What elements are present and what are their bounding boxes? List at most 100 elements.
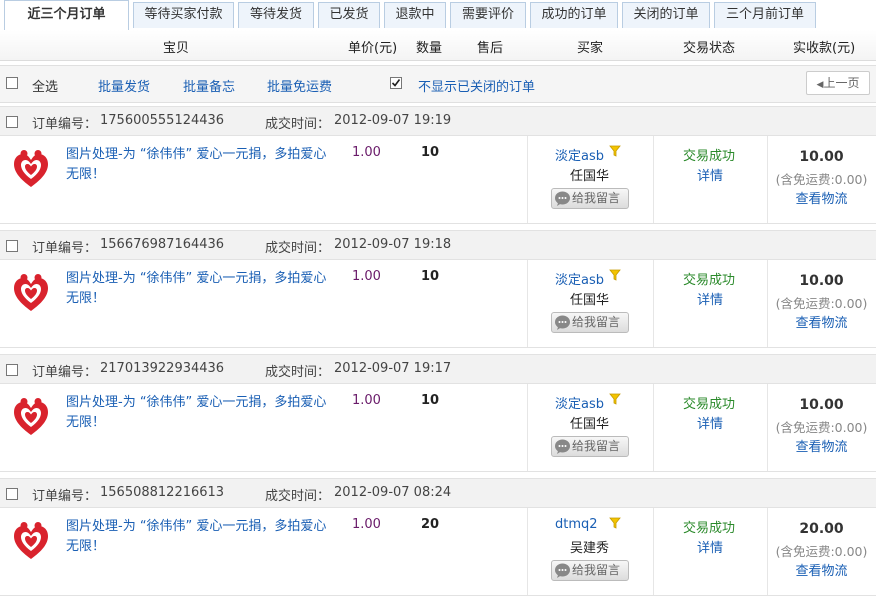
chat-bubble-icon (555, 563, 570, 578)
received-amount: 10.00 (799, 149, 844, 165)
view-logistics-link[interactable]: 查看物流 (767, 560, 876, 579)
received-amount: 10.00 (799, 273, 844, 289)
tab-shipped[interactable]: 已发货 (318, 2, 380, 28)
view-logistics-link[interactable]: 查看物流 (767, 436, 876, 455)
prev-page-button[interactable]: ◀上一页 (806, 71, 870, 95)
view-logistics-link[interactable]: 查看物流 (767, 312, 876, 331)
tab-recent-3-months[interactable]: 近三个月订单 (4, 0, 129, 31)
divider (527, 136, 528, 223)
item-title-link[interactable]: 图片处理-为 “徐伟伟” 爱心一元捐，多拍爱心无限！ (66, 393, 328, 433)
tab-successful-orders[interactable]: 成功的订单 (530, 2, 618, 28)
order-number-label: 订单编号： (32, 489, 98, 504)
quantity: 20 (421, 517, 440, 532)
batch-free-ship-link[interactable]: 批量免运费 (267, 76, 332, 95)
item-title-link[interactable]: 图片处理-为 “徐伟伟” 爱心一元捐，多拍爱心无限！ (66, 269, 328, 309)
unit-price: 1.00 (352, 145, 381, 160)
received-amount: 10.00 (799, 397, 844, 413)
order-number: 156508812216613 (100, 485, 225, 500)
order-row: 图片处理-为 “徐伟伟” 爱心一元捐，多拍爱心无限！ 1.00 20 dtmq2… (0, 508, 876, 596)
select-all-checkbox[interactable] (6, 77, 18, 89)
buyer-nick-link[interactable]: dtmq2 (555, 517, 598, 532)
checkmark-icon (391, 79, 401, 87)
filter-icon[interactable] (609, 145, 621, 157)
unit-price: 1.00 (352, 269, 381, 284)
shipping-fee-note: (含免运费:0.00) (775, 172, 868, 187)
order-checkbox[interactable] (6, 240, 18, 252)
buyer-real-name: 任国华 (570, 293, 610, 308)
col-item: 宝贝 (163, 41, 190, 56)
order-detail-link[interactable]: 详情 (697, 289, 723, 308)
table-header: 宝贝 单价(元) 数量 售后 买家 交易状态 实收款(元) (0, 30, 876, 61)
item-title-link[interactable]: 图片处理-为 “徐伟伟” 爱心一元捐，多拍爱心无限！ (66, 517, 328, 557)
deal-time-label: 成交时间： (265, 117, 331, 132)
batch-ship-link[interactable]: 批量发货 (98, 76, 150, 95)
order-number: 175600555124436 (100, 113, 225, 128)
buyer-real-name: 任国华 (570, 417, 610, 432)
charity-heart-logo-icon (14, 522, 48, 559)
order-header: 订单编号： 156508812216613 成交时间： 2012-09-07 0… (0, 478, 876, 508)
divider (527, 384, 528, 471)
order-number-label: 订单编号： (32, 241, 98, 256)
col-price: 单价(元) (348, 41, 398, 56)
tab-closed-orders[interactable]: 关闭的订单 (622, 2, 710, 28)
filter-icon[interactable] (609, 269, 621, 281)
shipping-fee-note: (含免运费:0.00) (775, 296, 868, 311)
filter-icon[interactable] (609, 517, 621, 529)
deal-time-label: 成交时间： (265, 365, 331, 380)
unit-price: 1.00 (352, 393, 381, 408)
leave-message-button[interactable]: 给我留言 (551, 188, 629, 209)
quantity: 10 (421, 145, 440, 160)
buyer-real-name: 任国华 (570, 169, 610, 184)
leave-message-label: 给我留言 (572, 563, 621, 577)
order-detail-link[interactable]: 详情 (697, 165, 723, 184)
order-number: 217013922934436 (100, 361, 225, 376)
order-number-label: 订单编号： (32, 117, 98, 132)
item-title-link[interactable]: 图片处理-为 “徐伟伟” 爱心一元捐，多拍爱心无限！ (66, 145, 328, 185)
order-detail-link[interactable]: 详情 (697, 537, 723, 556)
order-number-label: 订单编号： (32, 365, 98, 380)
leave-message-label: 给我留言 (572, 315, 621, 329)
order-row: 图片处理-为 “徐伟伟” 爱心一元捐，多拍爱心无限！ 1.00 10 淡定asb… (0, 260, 876, 348)
order-checkbox[interactable] (6, 364, 18, 376)
trade-status: 交易成功 (683, 521, 736, 536)
order-block: 订单编号： 156508812216613 成交时间： 2012-09-07 0… (0, 478, 876, 596)
order-checkbox[interactable] (6, 488, 18, 500)
tab-older-orders[interactable]: 三个月前订单 (714, 2, 816, 28)
hide-closed-label[interactable]: 不显示已关闭的订单 (418, 76, 535, 95)
deal-time: 2012-09-07 19:18 (334, 237, 452, 252)
leave-message-button[interactable]: 给我留言 (551, 312, 629, 333)
leave-message-button[interactable]: 给我留言 (551, 436, 629, 457)
leave-message-button[interactable]: 给我留言 (551, 560, 629, 581)
hide-closed-checkbox[interactable] (390, 77, 402, 89)
batch-toolbar: 全选 批量发货 批量备忘 批量免运费 不显示已关闭的订单 ◀上一页 (0, 65, 876, 103)
col-received: 实收款(元) (793, 41, 856, 56)
chat-bubble-icon (555, 315, 570, 330)
order-tabs: 近三个月订单 等待买家付款 等待发货 已发货 退款中 需要评价 成功的订单 关闭… (0, 0, 876, 31)
deal-time: 2012-09-07 19:17 (334, 361, 452, 376)
order-row: 图片处理-为 “徐伟伟” 爱心一元捐，多拍爱心无限！ 1.00 10 淡定asb… (0, 136, 876, 224)
order-header: 订单编号： 175600555124436 成交时间： 2012-09-07 1… (0, 106, 876, 136)
prev-page-label: 上一页 (823, 76, 860, 90)
order-detail-link[interactable]: 详情 (697, 413, 723, 432)
divider (653, 384, 654, 471)
batch-memo-link[interactable]: 批量备忘 (183, 76, 235, 95)
unit-price: 1.00 (352, 517, 381, 532)
buyer-nick-link[interactable]: 淡定asb (555, 145, 604, 164)
order-row: 图片处理-为 “徐伟伟” 爱心一元捐，多拍爱心无限！ 1.00 10 淡定asb… (0, 384, 876, 472)
divider (527, 260, 528, 347)
buyer-nick-link[interactable]: 淡定asb (555, 269, 604, 288)
leave-message-label: 给我留言 (572, 191, 621, 205)
tab-awaiting-payment[interactable]: 等待买家付款 (133, 2, 234, 28)
deal-time: 2012-09-07 19:19 (334, 113, 452, 128)
deal-time-label: 成交时间： (265, 241, 331, 256)
tab-refunding[interactable]: 退款中 (384, 2, 446, 28)
order-checkbox[interactable] (6, 116, 18, 128)
filter-icon[interactable] (609, 393, 621, 405)
tab-needs-review[interactable]: 需要评价 (450, 2, 526, 28)
shipping-fee-note: (含免运费:0.00) (775, 420, 868, 435)
buyer-nick-link[interactable]: 淡定asb (555, 393, 604, 412)
view-logistics-link[interactable]: 查看物流 (767, 188, 876, 207)
tab-awaiting-shipment[interactable]: 等待发货 (238, 2, 314, 28)
chat-bubble-icon (555, 439, 570, 454)
leave-message-label: 给我留言 (572, 439, 621, 453)
